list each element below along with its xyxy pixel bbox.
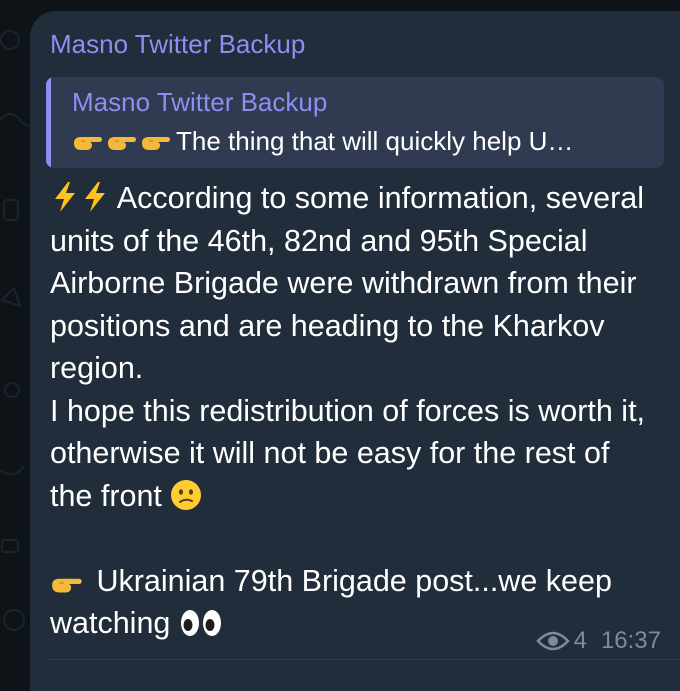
pointing-hand-icon	[108, 137, 136, 150]
eye-icon	[535, 631, 570, 651]
lightning-icon	[55, 182, 75, 212]
paragraph-2-text: I hope this redistribution of forces is …	[50, 393, 646, 513]
paragraph-3-text: Ukrainian 79th Brigade post...we keep wa…	[50, 563, 612, 641]
pointing-hand-icon	[142, 137, 170, 150]
eyes-icon	[180, 610, 221, 636]
reply-accent-bar	[46, 77, 51, 168]
message-time: 16:37	[600, 627, 661, 654]
pointing-hand-icon	[52, 578, 82, 592]
reply-sender-name: Masno Twitter Backup	[72, 87, 328, 117]
paragraph-2: I hope this redistribution of forces is …	[50, 390, 660, 518]
reply-text: The thing that will quickly help U…	[176, 126, 574, 156]
divider	[48, 659, 680, 660]
message-bubble[interactable]: Masno Twitter Backup Masno Twitter Backu…	[30, 11, 680, 691]
reply-emoji-group	[72, 129, 176, 160]
lightning-icon	[85, 182, 105, 212]
sender-name[interactable]: Masno Twitter Backup	[50, 29, 305, 60]
reply-snippet: The thing that will quickly help U…	[72, 126, 660, 160]
view-count: 4	[573, 627, 587, 654]
paragraph-1: According to some information, several u…	[50, 177, 660, 390]
message-text: According to some information, several u…	[50, 177, 660, 645]
confused-face-icon	[171, 479, 202, 510]
message-meta: 4 16:37	[535, 627, 661, 655]
reply-preview[interactable]: Masno Twitter Backup The thing that will…	[46, 77, 664, 168]
paragraph-1-text: According to some information, several u…	[50, 181, 645, 385]
pointing-hand-icon	[74, 137, 102, 150]
